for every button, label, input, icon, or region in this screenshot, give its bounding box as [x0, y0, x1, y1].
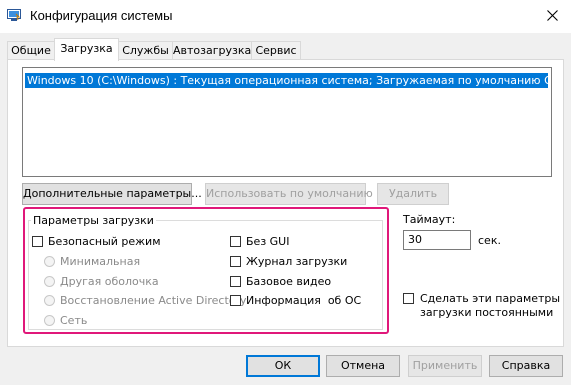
title-bar: Конфигурация системы — [0, 0, 571, 33]
button-label: Применить — [412, 359, 478, 372]
radio-circle — [44, 295, 55, 306]
timeout-input[interactable]: 30 — [403, 230, 471, 250]
os-info-label: Информация об ОС — [246, 294, 362, 307]
advanced-options-button[interactable]: Дополнительные параметры... — [22, 183, 202, 205]
close-icon — [546, 9, 558, 21]
button-label: Удалить — [388, 187, 438, 200]
timeout-unit-label: сек. — [478, 234, 501, 247]
boot-log-label: Журнал загрузки — [246, 255, 348, 268]
tab-general[interactable]: Общие — [7, 41, 55, 60]
ad-repair-label: Восстановление Active Directory — [60, 294, 247, 307]
tab-label: Автозагрузка — [173, 44, 252, 57]
delete-button[interactable]: Удалить — [377, 183, 449, 205]
make-permanent-label-line1: Сделать эти параметры — [420, 292, 561, 305]
tab-label: Сервис — [255, 44, 297, 57]
radio-circle — [44, 256, 55, 267]
tab-label: Службы — [122, 44, 169, 57]
button-label: Отмена — [340, 359, 386, 372]
base-video-label: Базовое видео — [246, 275, 332, 288]
checkbox-box — [230, 236, 241, 247]
apply-button[interactable]: Применить — [408, 355, 482, 377]
tab-tools[interactable]: Сервис — [251, 41, 301, 60]
os-list[interactable]: Windows 10 (C:\Windows) : Текущая операц… — [22, 67, 552, 177]
radio-circle — [44, 276, 55, 287]
msconfig-app-icon — [7, 9, 21, 21]
tab-startup[interactable]: Автозагрузка — [172, 41, 252, 60]
boot-options-legend: Параметры загрузки — [31, 214, 156, 227]
network-label: Сеть — [60, 314, 88, 327]
help-button[interactable]: Справка — [489, 355, 563, 377]
close-button[interactable] — [533, 0, 571, 30]
window-title: Конфигурация системы — [30, 8, 173, 23]
radio-circle — [44, 315, 55, 326]
set-default-button[interactable]: Использовать по умолчанию — [205, 183, 373, 205]
tab-label: Общие — [11, 44, 51, 57]
checkbox-box — [230, 295, 241, 306]
no-gui-label: Без GUI — [246, 235, 290, 248]
system-configuration-window: Конфигурация системы Общие Загрузка Служ… — [0, 0, 571, 385]
button-label: Дополнительные параметры... — [23, 187, 202, 200]
timeout-label: Таймаут: — [403, 213, 456, 226]
tab-strip: Общие Загрузка Службы Автозагрузка Серви… — [7, 38, 564, 61]
checkbox-box — [230, 256, 241, 267]
ok-button[interactable]: ОК — [246, 355, 320, 377]
make-permanent-label-line2: загрузки постоянными — [420, 306, 554, 319]
checkbox-box — [230, 276, 241, 287]
safe-boot-label: Безопасный режим — [48, 235, 161, 248]
button-label: Использовать по умолчанию — [206, 187, 373, 200]
button-label: Справка — [501, 359, 551, 372]
tab-boot[interactable]: Загрузка — [54, 38, 119, 61]
checkbox-box — [403, 293, 414, 304]
tab-services[interactable]: Службы — [118, 41, 173, 60]
tab-label: Загрузка — [60, 42, 113, 55]
checkbox-box — [32, 236, 43, 247]
button-label: ОК — [274, 359, 292, 372]
minimal-label: Минимальная — [60, 255, 141, 268]
os-list-item[interactable]: Windows 10 (C:\Windows) : Текущая операц… — [25, 73, 548, 88]
alternate-shell-label: Другая оболочка — [60, 275, 159, 288]
cancel-button[interactable]: Отмена — [326, 355, 400, 377]
